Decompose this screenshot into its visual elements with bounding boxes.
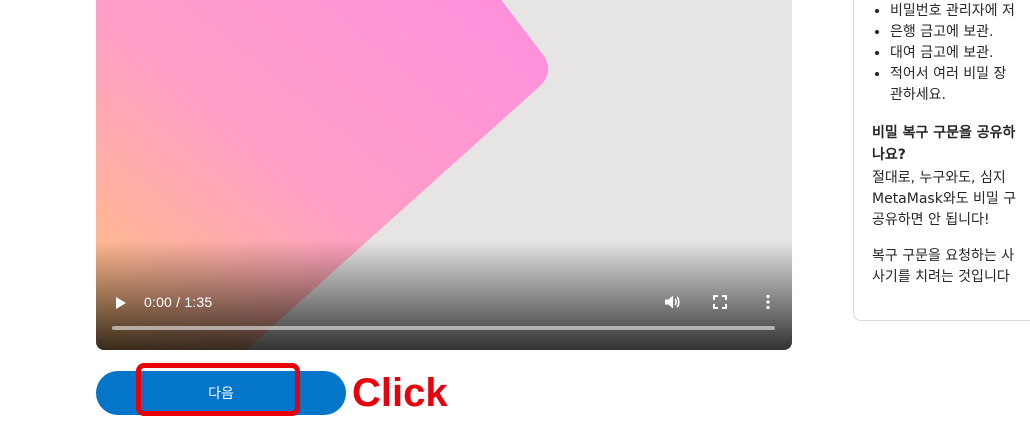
click-annotation-label: Click xyxy=(352,371,448,415)
video-player[interactable]: 0:00 / 1:35 xyxy=(96,0,792,350)
next-button-label: 다음 xyxy=(208,386,234,402)
list-item: 적어서 여러 비밀 장 관하세요. xyxy=(890,64,1030,106)
volume-icon[interactable] xyxy=(663,293,681,311)
storage-tips-list: 비밀번호 관리자에 저 은행 금고에 보관. 대여 금고에 보관. 적어서 여러… xyxy=(872,1,1030,106)
play-icon[interactable] xyxy=(114,296,128,310)
more-options-icon[interactable] xyxy=(759,293,777,311)
list-item: 대여 금고에 보관. xyxy=(890,43,1030,64)
next-button[interactable]: 다음 xyxy=(96,371,346,415)
fullscreen-icon[interactable] xyxy=(711,293,729,311)
info-panel: 비밀번호 관리자에 저 은행 금고에 보관. 대여 금고에 보관. 적어서 여러… xyxy=(853,0,1030,321)
list-item: 비밀번호 관리자에 저 xyxy=(890,1,1030,22)
share-question-heading: 비밀 복구 구문을 공유하 나요? xyxy=(872,125,1016,163)
scam-warning-text: 복구 구문을 요청하는 사 사기를 치려는 것입니다 xyxy=(872,248,1015,285)
video-time: 0:00 / 1:35 xyxy=(144,294,213,310)
progress-bar[interactable] xyxy=(112,326,775,330)
share-warning-text: 절대로, 누구와도, 심지 MetaMask와도 비밀 구 공유하면 안 됩니다… xyxy=(872,170,1017,228)
list-item: 은행 금고에 보관. xyxy=(890,22,1030,43)
